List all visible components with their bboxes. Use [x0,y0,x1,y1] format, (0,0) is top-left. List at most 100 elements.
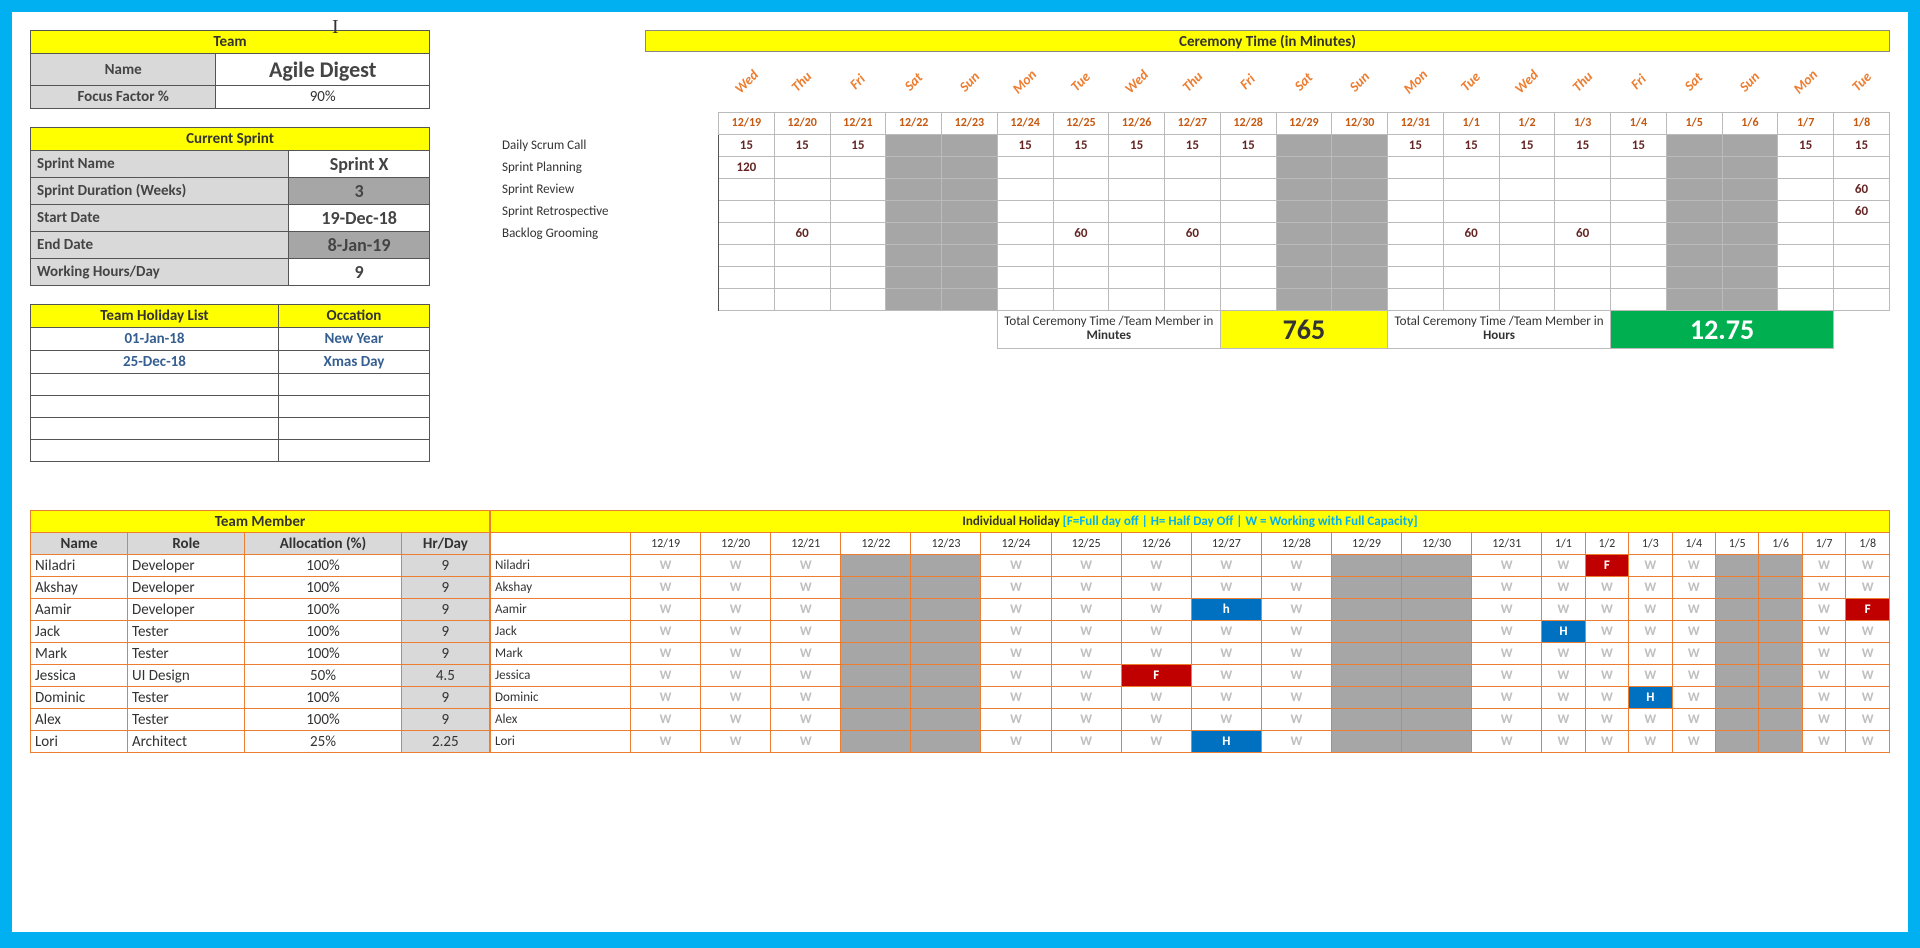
ih-cell[interactable] [1331,555,1401,577]
ih-cell[interactable] [1759,555,1802,577]
ceremony-cell[interactable] [774,200,830,222]
ceremony-cell[interactable] [1053,244,1109,266]
ih-cell[interactable]: H [1542,621,1585,643]
ih-cell[interactable]: W [1261,555,1331,577]
holiday-occ[interactable]: New Year [278,328,429,351]
ih-cell[interactable]: W [1846,665,1890,687]
ceremony-cell[interactable] [1388,244,1444,266]
ceremony-cell[interactable] [1611,156,1667,178]
ceremony-cell[interactable] [1834,288,1890,310]
ih-cell[interactable] [911,577,981,599]
holiday-occ[interactable] [278,418,429,440]
tm-hr[interactable]: 2.25 [401,731,489,753]
ceremony-cell[interactable] [886,178,942,200]
ih-cell[interactable]: W [981,665,1051,687]
ih-cell[interactable]: W [1261,709,1331,731]
ih-cell[interactable]: W [1629,643,1672,665]
ih-cell[interactable]: W [771,577,841,599]
ceremony-cell[interactable] [1499,178,1555,200]
ceremony-cell[interactable] [1499,222,1555,244]
ih-cell[interactable]: W [1542,577,1585,599]
tm-name[interactable]: Niladri [31,555,128,577]
ceremony-cell[interactable] [1109,156,1165,178]
ceremony-cell[interactable] [1722,156,1778,178]
ceremony-cell[interactable]: 15 [1443,134,1499,156]
focus-factor-val[interactable]: 90% [216,86,430,109]
ih-cell[interactable]: W [1051,621,1121,643]
ceremony-cell[interactable] [1722,178,1778,200]
ceremony-cell[interactable] [1778,288,1834,310]
ih-cell[interactable] [1331,665,1401,687]
tm-role[interactable]: Tester [127,621,244,643]
ceremony-cell[interactable] [942,156,998,178]
ceremony-cell[interactable] [1332,288,1388,310]
ih-cell[interactable] [1402,577,1472,599]
ceremony-cell[interactable] [1388,178,1444,200]
ceremony-cell[interactable] [1611,178,1667,200]
ih-cell[interactable] [1715,621,1758,643]
ceremony-cell[interactable] [1220,222,1276,244]
ih-cell[interactable] [1402,731,1472,753]
ih-cell[interactable] [1759,709,1802,731]
ih-cell[interactable]: W [1191,665,1261,687]
ceremony-cell[interactable] [942,222,998,244]
ceremony-cell[interactable]: 15 [997,134,1053,156]
ih-cell[interactable]: W [1472,621,1542,643]
ceremony-table[interactable]: WedThuFriSatSunMonTueWedThuFriSatSunMonT… [500,52,1890,349]
ceremony-cell[interactable] [774,288,830,310]
ih-cell[interactable]: W [1191,709,1261,731]
ih-cell[interactable]: W [981,643,1051,665]
ceremony-cell[interactable]: 60 [1834,178,1890,200]
ih-cell[interactable]: W [1585,643,1628,665]
ih-cell[interactable]: W [1629,555,1672,577]
holiday-date[interactable] [31,374,279,396]
holiday-occ[interactable] [278,374,429,396]
ih-cell[interactable]: W [1542,709,1585,731]
ceremony-cell[interactable] [1053,288,1109,310]
ih-cell[interactable] [841,687,911,709]
ceremony-cell[interactable] [719,178,775,200]
ih-cell[interactable]: W [1585,599,1628,621]
ceremony-cell[interactable] [830,288,886,310]
sprint-row-val[interactable]: 3 [289,178,430,205]
ceremony-cell[interactable] [1332,200,1388,222]
ceremony-cell[interactable] [1666,134,1722,156]
ih-cell[interactable]: W [1629,599,1672,621]
ceremony-cell[interactable] [1276,244,1332,266]
ih-cell[interactable]: W [701,709,771,731]
ceremony-cell[interactable]: 60 [1834,200,1890,222]
ih-cell[interactable]: W [981,687,1051,709]
ih-cell[interactable]: W [1672,709,1715,731]
ceremony-cell[interactable] [1388,200,1444,222]
ih-cell[interactable] [841,555,911,577]
team-name-val[interactable]: Agile Digest [216,54,430,86]
ceremony-cell[interactable] [886,134,942,156]
ceremony-cell[interactable] [1220,266,1276,288]
ceremony-cell[interactable] [1443,266,1499,288]
ih-cell[interactable] [1331,709,1401,731]
ceremony-cell[interactable] [774,266,830,288]
ih-cell[interactable] [1715,731,1758,753]
ceremony-cell[interactable] [1276,134,1332,156]
ceremony-cell[interactable] [1499,200,1555,222]
ceremony-cell[interactable] [1220,288,1276,310]
ceremony-cell[interactable] [1834,266,1890,288]
ih-cell[interactable]: W [701,643,771,665]
ceremony-cell[interactable] [1165,266,1221,288]
ih-cell[interactable]: W [1629,731,1672,753]
ih-cell[interactable] [1759,731,1802,753]
ceremony-cell[interactable] [1220,178,1276,200]
ih-cell[interactable]: W [631,731,701,753]
ih-cell[interactable]: W [701,731,771,753]
ih-cell[interactable] [1759,643,1802,665]
ih-cell[interactable]: W [1542,555,1585,577]
ceremony-cell[interactable] [1109,244,1165,266]
ih-cell[interactable]: W [1585,687,1628,709]
ceremony-cell[interactable]: 15 [1165,134,1221,156]
ih-cell[interactable]: W [1846,731,1890,753]
holiday-occ[interactable]: Xmas Day [278,351,429,374]
ih-cell[interactable]: W [1629,621,1672,643]
ih-cell[interactable] [841,621,911,643]
ceremony-cell[interactable] [830,244,886,266]
tm-name[interactable]: Mark [31,643,128,665]
